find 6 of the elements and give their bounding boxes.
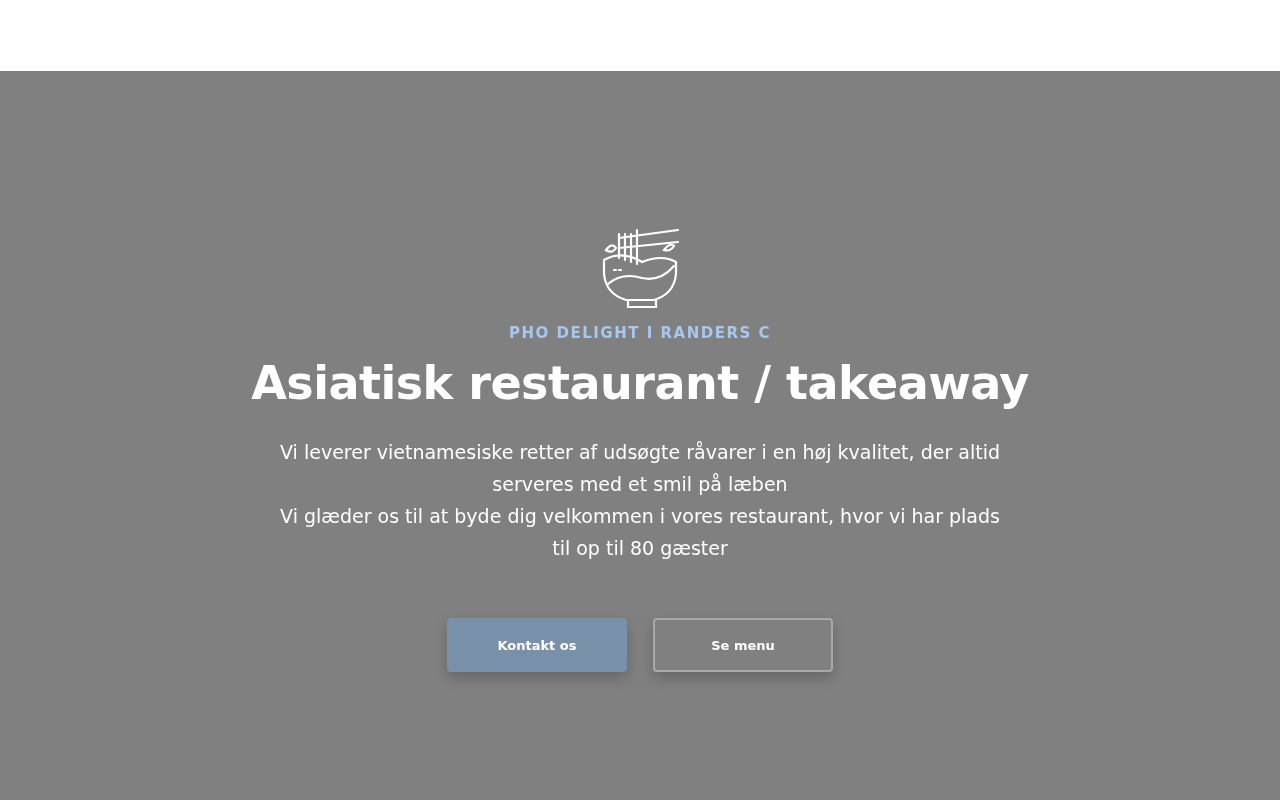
hero-paragraph: Vi glæder os til at byde dig velkommen i vores restaurant, hvor vi har plads til op til 80 gæster <box>279 504 1001 561</box>
hero-paragraph: Vi leverer vietnamesiske retter af udsøgte råvarer i en høj kvalitet, der altid serveres med et smil på læben <box>279 440 1001 497</box>
eyebrow-text: PHO DELIGHT I RANDERS C <box>509 324 771 342</box>
hero-heading: Asiatisk restaurant / takeaway <box>251 356 1029 410</box>
contact-button[interactable]: Kontakt os <box>447 618 627 672</box>
menu-button[interactable]: Se menu <box>653 618 833 672</box>
